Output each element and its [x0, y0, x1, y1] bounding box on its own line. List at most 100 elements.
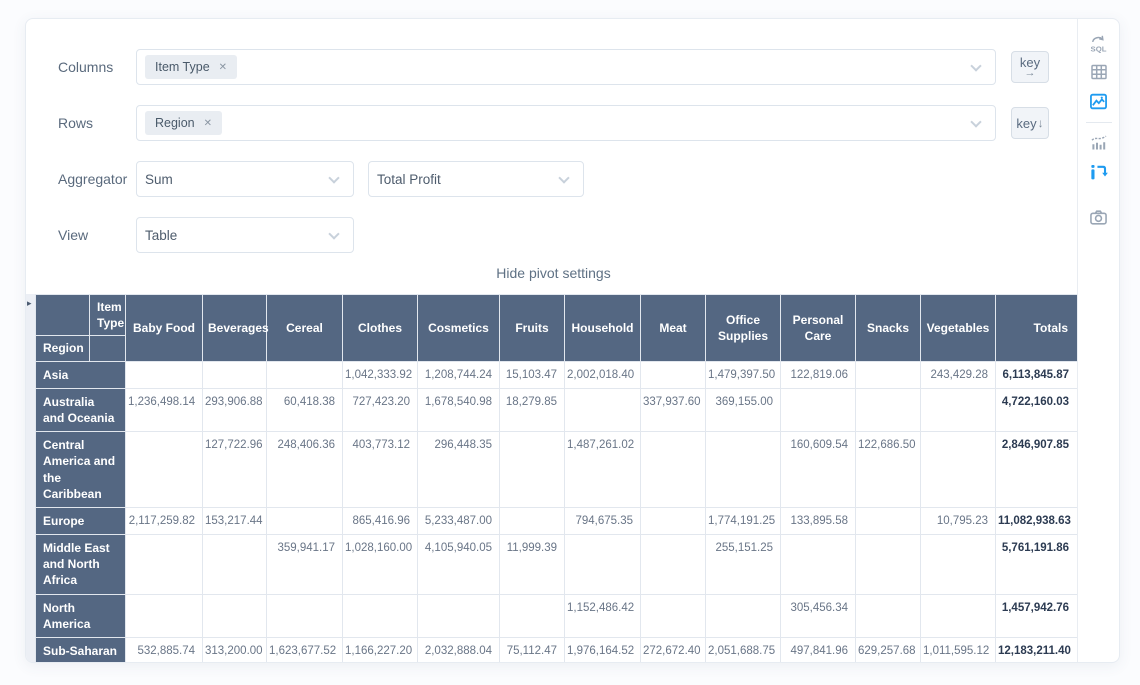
cell: 296,448.35 [418, 432, 500, 508]
cell: 60,418.38 [267, 388, 343, 431]
column-header: Baby Food [126, 295, 203, 362]
chart-icon[interactable] [1088, 132, 1110, 154]
cell: 1,152,486.42 [565, 594, 641, 637]
aggregator-field-select[interactable]: Total Profit [368, 161, 584, 197]
key-columns-button[interactable]: key → [1011, 51, 1049, 83]
remove-tag-icon[interactable]: ✕ [204, 118, 212, 129]
toolbar-divider [1086, 122, 1112, 123]
hide-pivot-settings-link[interactable]: Hide pivot settings [58, 265, 1049, 281]
cell [126, 535, 203, 595]
cell: 255,151.25 [706, 535, 781, 595]
cell: 248,406.36 [267, 432, 343, 508]
column-header: Beverages [203, 295, 267, 362]
cell: 865,416.96 [343, 507, 418, 534]
pivot-table: Item TypeBaby FoodBeveragesCerealClothes… [35, 294, 1077, 662]
sql-icon[interactable]: SQL [1088, 32, 1110, 54]
cell: 10,795.23 [921, 507, 996, 534]
camera-icon[interactable] [1088, 206, 1110, 228]
table-row: Middle East and North Africa359,941.171,… [36, 535, 1078, 595]
cell [500, 507, 565, 534]
column-header: Fruits [500, 295, 565, 362]
cell: 133,895.58 [781, 507, 856, 534]
cell: 532,885.74 [126, 638, 203, 663]
cell [921, 594, 996, 637]
cell [641, 507, 706, 534]
cell: 122,686.50 [856, 432, 921, 508]
cell: 243,429.28 [921, 361, 996, 388]
view-row: View Table [58, 217, 1049, 253]
columns-select[interactable]: Item Type ✕ [136, 49, 996, 85]
key-rows-button[interactable]: key ↓ [1011, 107, 1049, 139]
cell: 497,841.96 [781, 638, 856, 663]
cell: 2,032,888.04 [418, 638, 500, 663]
cell [565, 388, 641, 431]
column-header: Personal Care [781, 295, 856, 362]
rows-select[interactable]: Region ✕ [136, 105, 996, 141]
table-icon[interactable] [1088, 61, 1110, 83]
cell: 1,976,164.52 [565, 638, 641, 663]
column-header: Cereal [267, 295, 343, 362]
cell [267, 507, 343, 534]
cell: 2,051,688.75 [706, 638, 781, 663]
cell [641, 432, 706, 508]
cell [126, 594, 203, 637]
cell: 4,105,940.05 [418, 535, 500, 595]
chevron-down-icon [558, 172, 569, 183]
cell [856, 594, 921, 637]
cell: 1,208,744.24 [418, 361, 500, 388]
row-total: 5,761,191.86 [996, 535, 1078, 595]
cell [500, 594, 565, 637]
row-total: 4,722,160.03 [996, 388, 1078, 431]
column-header: Office Supplies [706, 295, 781, 362]
table-row: Sub-Saharan Africa532,885.74313,200.001,… [36, 638, 1078, 663]
cell: 403,773.12 [343, 432, 418, 508]
remove-tag-icon[interactable]: ✕ [219, 62, 227, 73]
column-header: Vegetables [921, 295, 996, 362]
cell: 1,236,498.14 [126, 388, 203, 431]
table-row: North America1,152,486.42305,456.341,457… [36, 594, 1078, 637]
cell [921, 388, 996, 431]
cell: 153,217.44 [203, 507, 267, 534]
table-row: Central America and the Caribbean127,722… [36, 432, 1078, 508]
cell: 18,279.85 [500, 388, 565, 431]
cell: 359,941.17 [267, 535, 343, 595]
cell: 1,166,227.20 [343, 638, 418, 663]
columns-tag-item-type[interactable]: Item Type ✕ [145, 55, 237, 79]
cell: 1,623,677.52 [267, 638, 343, 663]
key-rows-label: key [1016, 116, 1036, 131]
aggregator-value: Sum [145, 172, 173, 187]
row-label: Sub-Saharan Africa [36, 638, 126, 663]
cell [921, 432, 996, 508]
cell: 293,906.88 [203, 388, 267, 431]
cell: 337,937.60 [641, 388, 706, 431]
cell [856, 388, 921, 431]
cell [203, 361, 267, 388]
cell [781, 388, 856, 431]
column-header: Cosmetics [418, 295, 500, 362]
chevron-down-icon [970, 116, 981, 127]
table-row: Europe2,117,259.82153,217.44865,416.965,… [36, 507, 1078, 534]
rows-row: Rows Region ✕ key ↓ [58, 105, 1049, 141]
cell [641, 361, 706, 388]
cell: 1,042,333.92 [343, 361, 418, 388]
cell [641, 535, 706, 595]
view-select[interactable]: Table [136, 217, 354, 253]
pivot-icon[interactable] [1088, 161, 1110, 183]
cell: 15,103.47 [500, 361, 565, 388]
cell: 305,456.34 [781, 594, 856, 637]
right-toolbar: SQL [1077, 19, 1119, 662]
cell: 727,423.20 [343, 388, 418, 431]
cell [203, 594, 267, 637]
aggregator-select[interactable]: Sum [136, 161, 354, 197]
cell: 122,819.06 [781, 361, 856, 388]
corner-cell [36, 295, 90, 336]
collapse-arrow-icon: ▸ [27, 299, 32, 308]
col-axis-label: Item Type [90, 295, 126, 336]
image-icon[interactable] [1088, 90, 1110, 112]
column-header: Snacks [856, 295, 921, 362]
row-label: North America [36, 594, 126, 637]
cell [565, 535, 641, 595]
chevron-down-icon [328, 172, 339, 183]
settings-collapse-handle[interactable]: ▸ [26, 294, 35, 662]
rows-tag-region[interactable]: Region ✕ [145, 111, 222, 135]
